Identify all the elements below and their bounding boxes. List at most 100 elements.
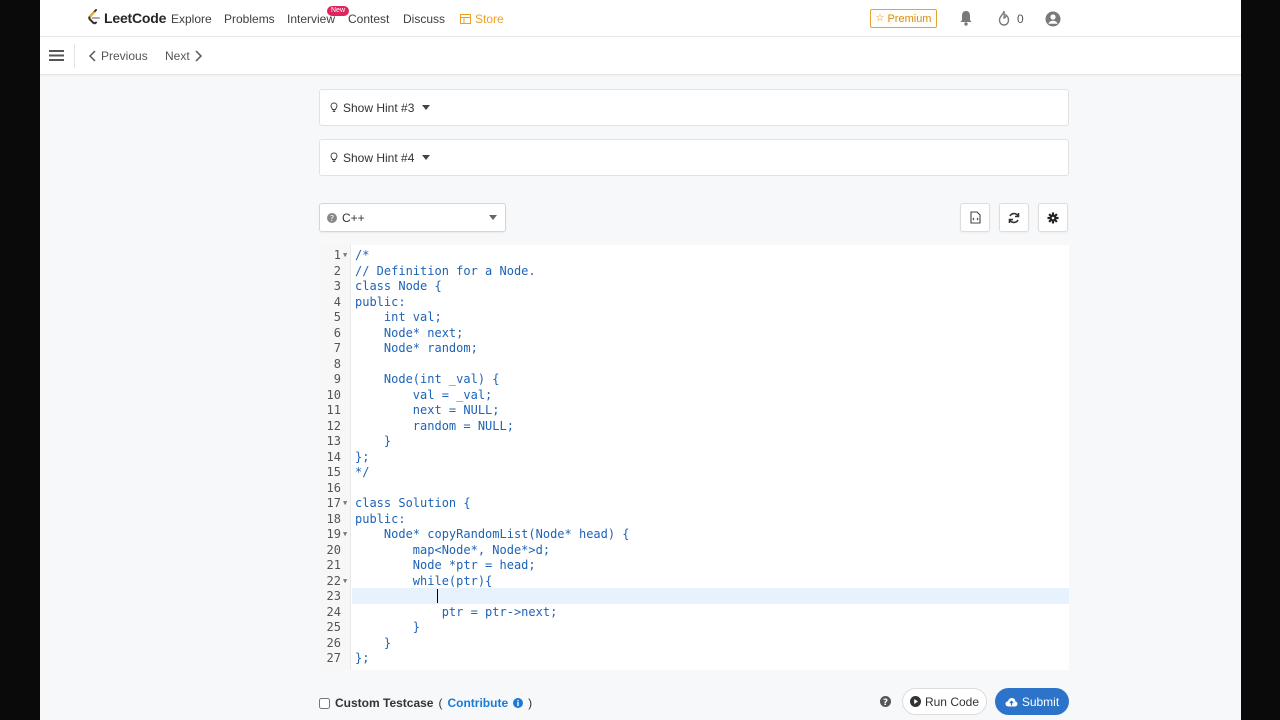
contribute-link[interactable]: Contribute bbox=[447, 696, 508, 710]
code-text: /* bbox=[355, 248, 370, 262]
reset-code-button[interactable] bbox=[999, 203, 1029, 232]
run-code-button[interactable]: Run Code bbox=[902, 688, 987, 715]
open-paren: ( bbox=[438, 696, 443, 710]
previous-button[interactable]: Previous bbox=[89, 49, 148, 63]
caret-down-icon bbox=[489, 215, 497, 220]
code-line[interactable]: 12 random = NULL; bbox=[319, 419, 1069, 435]
custom-testcase-checkbox[interactable] bbox=[319, 697, 330, 709]
nav-problems[interactable]: Problems bbox=[224, 12, 275, 26]
code-text: }; bbox=[355, 651, 370, 665]
line-number: 10 bbox=[326, 387, 341, 402]
code-notes-button[interactable] bbox=[960, 203, 990, 232]
fold-arrow-icon[interactable]: ▼ bbox=[343, 496, 347, 512]
nav-discuss[interactable]: Discuss bbox=[403, 12, 445, 26]
code-line[interactable]: 7 Node* random; bbox=[319, 341, 1069, 357]
leetcode-logo[interactable]: LeetCode bbox=[87, 9, 166, 26]
line-number: 24 bbox=[326, 604, 341, 619]
code-line[interactable]: 1 ▼ /* bbox=[319, 248, 1069, 264]
code-line[interactable]: 8 bbox=[319, 357, 1069, 373]
code-line[interactable]: 13 } bbox=[319, 434, 1069, 450]
code-line[interactable]: 17 ▼ class Solution { bbox=[319, 496, 1069, 512]
code-text: random = NULL; bbox=[355, 418, 514, 433]
code-line[interactable]: 21 Node *ptr = head; bbox=[319, 558, 1069, 574]
store-label: Store bbox=[475, 12, 504, 26]
code-line[interactable]: 9 Node(int _val) { bbox=[319, 372, 1069, 388]
code-line[interactable]: 10 val = _val; bbox=[319, 388, 1069, 404]
code-line[interactable]: 2 // Definition for a Node. bbox=[319, 264, 1069, 280]
fold-arrow-icon[interactable]: ▼ bbox=[343, 248, 347, 264]
streak-count: 0 bbox=[1017, 12, 1024, 26]
line-number: 7 bbox=[333, 341, 341, 355]
code-line[interactable]: 22 ▼ while(ptr){ bbox=[319, 574, 1069, 590]
code-text: // Definition for a Node. bbox=[355, 263, 536, 278]
code-text: } bbox=[355, 635, 392, 650]
user-avatar-icon[interactable] bbox=[1045, 11, 1061, 27]
store-icon bbox=[460, 14, 471, 24]
code-line[interactable]: 18 public: bbox=[319, 512, 1069, 528]
language-select[interactable]: ? C++ bbox=[319, 203, 506, 232]
problem-toolbar: Previous Next bbox=[40, 37, 1241, 75]
hint-3-toggle[interactable]: Show Hint #3 bbox=[319, 89, 1069, 126]
code-line[interactable]: 24 ptr = ptr->next; bbox=[319, 605, 1069, 621]
submit-button[interactable]: Submit bbox=[995, 688, 1069, 715]
premium-button[interactable]: ☆ Premium bbox=[870, 9, 937, 28]
caret-down-icon bbox=[422, 155, 431, 160]
code-line[interactable]: 4 public: bbox=[319, 295, 1069, 311]
line-number: 4 bbox=[333, 294, 341, 309]
line-number: 20 bbox=[326, 542, 341, 557]
line-number: 22 bbox=[326, 573, 341, 588]
line-number: 2 bbox=[333, 263, 341, 278]
code-line[interactable]: 16 bbox=[319, 481, 1069, 497]
code-line[interactable]: 26 } bbox=[319, 636, 1069, 652]
code-line[interactable]: 25 } bbox=[319, 620, 1069, 636]
line-number: 9 bbox=[333, 372, 341, 386]
code-line[interactable]: 5 int val; bbox=[319, 310, 1069, 326]
caret-down-icon bbox=[422, 105, 431, 110]
toolbar-divider bbox=[74, 44, 75, 68]
code-line[interactable]: 19 ▼ Node* copyRandomList(Node* head) { bbox=[319, 527, 1069, 543]
line-number: 18 bbox=[326, 511, 341, 526]
menu-icon[interactable] bbox=[49, 49, 64, 62]
code-line[interactable]: 3 class Node { bbox=[319, 279, 1069, 295]
fold-arrow-icon[interactable]: ▼ bbox=[343, 574, 347, 590]
code-text: class Node { bbox=[355, 279, 442, 293]
fold-arrow-icon[interactable]: ▼ bbox=[343, 527, 347, 543]
line-number: 16 bbox=[326, 480, 341, 495]
code-line[interactable]: 6 Node* next; bbox=[319, 326, 1069, 342]
next-button[interactable]: Next bbox=[165, 49, 202, 63]
code-text: next = NULL; bbox=[355, 403, 500, 417]
premium-label: Premium bbox=[887, 12, 932, 25]
next-label: Next bbox=[165, 49, 190, 63]
hint-4-toggle[interactable]: Show Hint #4 bbox=[319, 139, 1069, 176]
code-text: */ bbox=[355, 465, 370, 479]
info-icon[interactable] bbox=[513, 698, 524, 708]
submit-label: Submit bbox=[1021, 694, 1060, 709]
flame-icon[interactable] bbox=[998, 10, 1010, 26]
line-number: 15 bbox=[326, 465, 341, 479]
nav-explore[interactable]: Explore bbox=[171, 12, 212, 26]
code-text: public: bbox=[355, 511, 406, 526]
new-badge: New bbox=[327, 6, 350, 16]
custom-testcase-label[interactable]: Custom Testcase bbox=[335, 696, 433, 710]
leetcode-page: LeetCode Explore Problems Interview New … bbox=[40, 0, 1241, 720]
code-line[interactable]: 14}; bbox=[319, 450, 1069, 466]
nav-contest[interactable]: Contest bbox=[348, 12, 389, 26]
refresh-icon bbox=[1008, 212, 1020, 223]
lightbulb-icon bbox=[330, 102, 338, 112]
gear-icon bbox=[1047, 212, 1059, 223]
nav-store[interactable]: Store bbox=[460, 12, 504, 26]
cloud-upload-icon bbox=[1005, 697, 1018, 706]
code-line[interactable]: 23 bbox=[319, 589, 1069, 605]
help-icon[interactable]: ? bbox=[880, 696, 891, 707]
code-text: Node* copyRandomList(Node* head) { bbox=[355, 527, 630, 541]
code-editor[interactable]: 1 ▼/* 2// Definition for a Node. 3 class Nod… bbox=[319, 245, 1069, 670]
code-line[interactable]: 27}; bbox=[319, 651, 1069, 667]
settings-button[interactable] bbox=[1038, 203, 1068, 232]
line-number: 17 bbox=[326, 496, 341, 510]
line-number: 21 bbox=[326, 558, 341, 572]
code-line[interactable]: 11 next = NULL; bbox=[319, 403, 1069, 419]
bell-icon[interactable] bbox=[959, 10, 973, 26]
code-line[interactable]: 15 */ bbox=[319, 465, 1069, 481]
play-circle-icon bbox=[909, 696, 921, 707]
code-line[interactable]: 20 map<Node*, Node*>d; bbox=[319, 543, 1069, 559]
